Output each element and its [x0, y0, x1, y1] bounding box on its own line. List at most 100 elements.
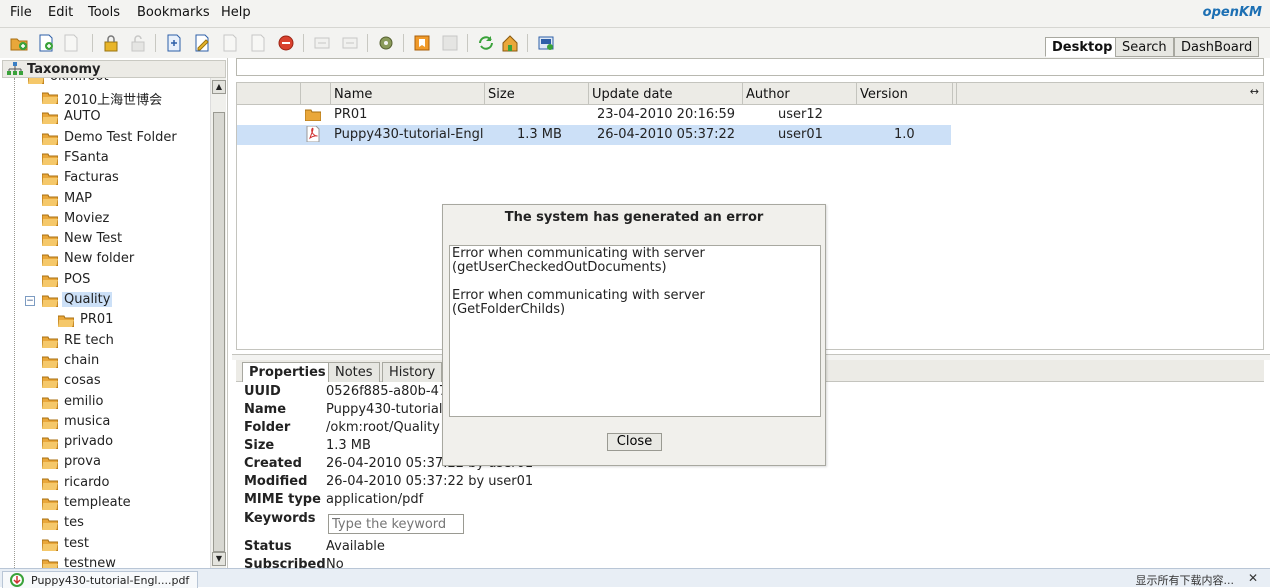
- property-key: MIME type: [244, 492, 321, 507]
- row-date: 26-04-2010 05:37:22: [597, 127, 736, 142]
- folder-icon: [42, 437, 58, 450]
- collapse-icon[interactable]: −: [25, 296, 35, 306]
- scroll-thumb[interactable]: [213, 112, 225, 552]
- folder-icon: [58, 315, 74, 328]
- tree-item-label: Moviez: [64, 210, 110, 226]
- property-value: 0526f885-a80b-47: [326, 384, 448, 399]
- property-key: Keywords: [244, 511, 316, 526]
- tab-notes[interactable]: Notes: [328, 362, 380, 382]
- menu-file[interactable]: File: [10, 5, 32, 20]
- edit-icon[interactable]: [193, 34, 211, 52]
- home-folder-icon[interactable]: [501, 34, 519, 52]
- download-item[interactable]: Puppy430-tutorial-Engl....pdf: [2, 571, 198, 588]
- row-size: 1.3 MB: [517, 127, 562, 142]
- tree-connector: [14, 78, 15, 568]
- add-document-icon[interactable]: [37, 34, 55, 52]
- col-icon[interactable]: [301, 83, 331, 105]
- property-value: 26-04-2010 05:37:22 by user01: [326, 474, 534, 489]
- folder-icon: [42, 478, 58, 490]
- show-all-downloads-link[interactable]: 显示所有下载内容...: [1136, 572, 1235, 588]
- folder-icon: [42, 498, 58, 510]
- folder-icon: [42, 417, 58, 429]
- col-filler: [953, 83, 957, 105]
- tree-item-label: AUTO: [64, 109, 101, 125]
- tab-search[interactable]: Search: [1115, 37, 1174, 57]
- tree-scrollbar[interactable]: ▲ ▼: [210, 78, 226, 568]
- workflow-icon[interactable]: [313, 34, 331, 52]
- settings-icon[interactable]: [377, 34, 395, 52]
- tree-item-label: New Test: [64, 231, 123, 247]
- tree-item-label: prova: [64, 454, 101, 470]
- checkin-icon[interactable]: [249, 34, 267, 52]
- tree-item-label: test: [64, 535, 89, 551]
- menu-tools[interactable]: Tools: [88, 5, 120, 20]
- add-property-group-icon[interactable]: [165, 34, 183, 52]
- keyword-input[interactable]: [328, 514, 464, 534]
- tab-dashboard[interactable]: DashBoard: [1174, 37, 1260, 57]
- folder-icon: [42, 92, 58, 104]
- col-author[interactable]: Author: [743, 83, 857, 105]
- close-icon[interactable]: ✕: [1248, 571, 1258, 585]
- col-version[interactable]: Version: [857, 83, 953, 105]
- toolbar-separator: [527, 34, 528, 52]
- tree-item-label: MAP: [64, 190, 92, 206]
- error-dialog: The system has generated an error Error …: [442, 204, 826, 466]
- tab-properties[interactable]: Properties: [242, 362, 333, 382]
- row-name: Puppy430-tutorial-Engli:: [334, 127, 484, 142]
- scroll-up-icon[interactable]: ▲: [212, 80, 226, 94]
- subscribe-icon[interactable]: [341, 34, 359, 52]
- refresh-icon[interactable]: [477, 34, 495, 52]
- find-similar-icon[interactable]: [62, 34, 80, 52]
- resize-columns-icon[interactable]: ↔: [1250, 85, 1259, 98]
- col-size[interactable]: Size: [485, 83, 589, 105]
- pdf-download-icon: [10, 573, 24, 587]
- lock-icon[interactable]: [102, 34, 120, 52]
- property-row: Modified 26-04-2010 05:37:22 by user01: [244, 474, 844, 492]
- toolbar-separator: [92, 34, 93, 52]
- col-status[interactable]: [237, 83, 301, 105]
- scroll-down-icon[interactable]: ▼: [212, 552, 226, 566]
- folder-icon: [42, 376, 58, 389]
- row-version: 1.0: [894, 127, 915, 142]
- folder-icon: [42, 153, 58, 165]
- folder-icon: [42, 539, 58, 551]
- bookmark-icon[interactable]: [413, 34, 431, 52]
- taxonomy-header[interactable]: Taxonomy: [2, 60, 226, 78]
- home-icon[interactable]: [441, 34, 459, 52]
- file-list-header: Name Size Update date Author Version ↔: [237, 83, 1263, 105]
- tree-item-label: chain: [64, 352, 100, 368]
- folder-tree: okm:root 2010上海世博会AUTO Demo Test Folder FSa…: [0, 78, 210, 568]
- menu-help[interactable]: Help: [221, 5, 251, 20]
- col-name[interactable]: Name: [331, 83, 485, 105]
- table-row[interactable]: PR01 23-04-2010 20:16:59 user12: [237, 105, 951, 125]
- taxonomy-tree-icon: [7, 62, 23, 75]
- col-update-date[interactable]: Update date: [589, 83, 743, 105]
- create-folder-icon[interactable]: [10, 34, 28, 52]
- folder-icon: [42, 559, 58, 568]
- menubar: File Edit Tools Bookmarks Help openKM: [0, 0, 1270, 28]
- toolbar-separator: [467, 34, 468, 52]
- menu-edit[interactable]: Edit: [48, 5, 73, 20]
- property-value: Puppy430-tutorial-: [326, 402, 448, 417]
- property-key: Modified: [244, 474, 308, 489]
- scanner-icon[interactable]: [537, 34, 555, 52]
- tree-item-label: 2010上海世博会: [64, 93, 163, 108]
- unlock-icon[interactable]: [129, 34, 147, 52]
- row-author: user01: [778, 127, 823, 142]
- checkout-icon[interactable]: [221, 34, 239, 52]
- folder-icon: [42, 356, 58, 368]
- delete-icon[interactable]: [277, 34, 295, 52]
- openkm-logo: openKM: [1202, 5, 1262, 20]
- property-key: Name: [244, 402, 287, 417]
- tree-item-label: tes: [64, 515, 84, 531]
- table-row[interactable]: Puppy430-tutorial-Engli: 1.3 MB 26-04-20…: [237, 125, 951, 145]
- tab-history[interactable]: History: [382, 362, 443, 382]
- tree-item-label: templeate: [64, 495, 131, 510]
- toolbar-separator: [403, 34, 404, 52]
- tab-desktop[interactable]: Desktop: [1045, 37, 1120, 57]
- toolbar-separator: [303, 34, 304, 52]
- close-button[interactable]: Close: [607, 433, 662, 451]
- folder-icon: [42, 254, 58, 267]
- path-bar: [236, 58, 1264, 76]
- menu-bookmarks[interactable]: Bookmarks: [137, 5, 210, 20]
